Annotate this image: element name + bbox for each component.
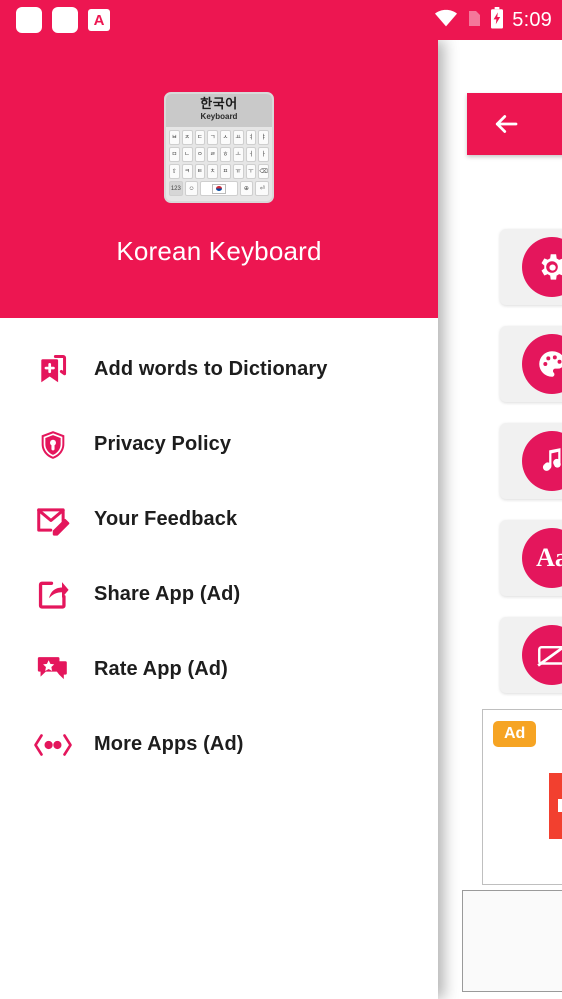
menu-item-your-feedback[interactable]: Your Feedback [0, 482, 438, 557]
wifi-icon [434, 8, 458, 33]
status-bar-notifications: A [16, 0, 110, 40]
kb-key: ㄹ [207, 147, 218, 162]
menu-item-add-words-to-dictionary[interactable]: Add words to Dictionary [0, 332, 438, 407]
background-card-font[interactable]: Aa [500, 520, 562, 596]
menu-item-privacy-policy[interactable]: Privacy Policy [0, 407, 438, 482]
palette-theme-icon [522, 334, 562, 394]
kb-key: ㅏ [258, 147, 269, 162]
kb-key: ㅇ [194, 147, 206, 162]
menu-item-label: Your Feedback [94, 508, 238, 530]
logo-title-band: 한국어 Keyboard [166, 94, 272, 127]
kb-key: ⌫ [258, 164, 269, 179]
status-bar-clock: 5:09 [512, 8, 552, 31]
logo-korean-text: 한국어 [200, 96, 238, 111]
kb-key: ㅁ [169, 147, 180, 162]
bookmark-plus-icon [30, 347, 76, 393]
kb-key: ㅅ [220, 130, 231, 145]
kb-key: ㅗ [232, 147, 244, 162]
menu-item-label: Privacy Policy [94, 433, 232, 455]
kb-key: ㅑ [258, 130, 269, 145]
ad-badge: Ad [493, 721, 537, 747]
battery-charging-icon [490, 6, 504, 34]
music-note-icon [522, 431, 562, 491]
kb-key-enter: ⏎ [255, 181, 270, 196]
font-aa-glyph: Aa [536, 543, 562, 572]
status-bar: A 5:09 [0, 0, 562, 40]
menu-item-label: Rate App (Ad) [94, 658, 228, 680]
kb-key: ㄷ [194, 130, 206, 145]
status-bar-system-icons: 5:09 [434, 0, 552, 40]
no-sim-icon [466, 8, 482, 33]
page-title: Korean Keyboard [116, 236, 322, 266]
kb-key: ㄱ [207, 130, 218, 145]
notification-square-2-icon [52, 7, 78, 33]
menu-item-share-app[interactable]: Share App (Ad) [0, 557, 438, 632]
navigation-drawer: 한국어 Keyboard ㅂ ㅈ ㄷ ㄱ ㅅ ㅛ ㅕ ㅑ ㅁ ㄴ ㅇ ㄹ ㅎ ㅗ… [0, 40, 438, 999]
kb-key-numeric: 123 [169, 181, 183, 196]
logo-english-text: Keyboard [200, 112, 238, 121]
kb-key: ㅋ [181, 164, 193, 179]
kb-key: ⇧ [169, 164, 180, 179]
kb-key: ㅕ [245, 130, 257, 145]
menu-item-label: Share App (Ad) [94, 583, 241, 605]
drawer-menu: Add words to Dictionary Privacy Policy Y… [0, 318, 438, 782]
menu-item-more-apps[interactable]: More Apps (Ad) [0, 707, 438, 782]
keyboard-row-4: 123 ☺ ⊕ ⏎ [169, 181, 270, 196]
font-aa-icon: Aa [522, 528, 562, 588]
menu-item-rate-app[interactable]: Rate App (Ad) [0, 632, 438, 707]
share-export-icon [30, 572, 76, 618]
notification-square-1-icon [16, 7, 42, 33]
shield-lock-icon [30, 422, 76, 468]
background-card-settings[interactable] [500, 229, 562, 305]
kb-key: ㄴ [181, 147, 193, 162]
kb-key: ㅓ [245, 147, 257, 162]
background-card-keyboard[interactable] [500, 617, 562, 693]
background-bottom-panel [462, 890, 562, 992]
keyboard-row-2: ㅁ ㄴ ㅇ ㄹ ㅎ ㅗ ㅓ ㅏ [169, 147, 269, 162]
logo-keyboard-preview: ㅂ ㅈ ㄷ ㄱ ㅅ ㅛ ㅕ ㅑ ㅁ ㄴ ㅇ ㄹ ㅎ ㅗ ㅓ ㅏ ⇧ ㅋ ㅌ ㅊ … [166, 127, 272, 196]
kb-key: ㅠ [232, 164, 244, 179]
app-notification-a-icon: A [88, 9, 110, 31]
kb-key: ㅊ [207, 164, 218, 179]
chat-star-icon [30, 647, 76, 693]
background-card-theme[interactable] [500, 326, 562, 402]
korean-flag-icon [212, 183, 226, 194]
drawer-header: 한국어 Keyboard ㅂ ㅈ ㄷ ㄱ ㅅ ㅛ ㅕ ㅑ ㅁ ㄴ ㅇ ㄹ ㅎ ㅗ… [0, 40, 438, 318]
envelope-edit-icon [30, 497, 76, 543]
app-logo: 한국어 Keyboard ㅂ ㅈ ㄷ ㄱ ㅅ ㅛ ㅕ ㅑ ㅁ ㄴ ㅇ ㄹ ㅎ ㅗ… [164, 92, 274, 203]
keyboard-row-3: ⇧ ㅋ ㅌ ㅊ ㅍ ㅠ ㅜ ⌫ [169, 164, 269, 179]
background-card-sound[interactable] [500, 423, 562, 499]
more-apps-icon [30, 722, 76, 768]
kb-key: ㅛ [232, 130, 244, 145]
gear-settings-icon [522, 237, 562, 297]
ad-creative-graphic [549, 773, 562, 839]
kb-key: ㅂ [169, 130, 180, 145]
kb-key: ㅎ [220, 147, 231, 162]
menu-item-label: Add words to Dictionary [94, 358, 328, 380]
kb-key: ㅌ [194, 164, 206, 179]
kb-key: ㅈ [181, 130, 193, 145]
menu-item-label: More Apps (Ad) [94, 733, 244, 755]
keyboard-abc-icon [522, 625, 562, 685]
kb-key: ㅜ [245, 164, 257, 179]
kb-key-emoji: ☺ [184, 181, 199, 196]
background-ad-container[interactable]: Ad [482, 709, 562, 885]
kb-key-space [200, 181, 238, 196]
kb-key-globe: ⊕ [239, 181, 254, 196]
kb-key: ㅍ [220, 164, 231, 179]
keyboard-row-1: ㅂ ㅈ ㄷ ㄱ ㅅ ㅛ ㅕ ㅑ [169, 130, 269, 145]
